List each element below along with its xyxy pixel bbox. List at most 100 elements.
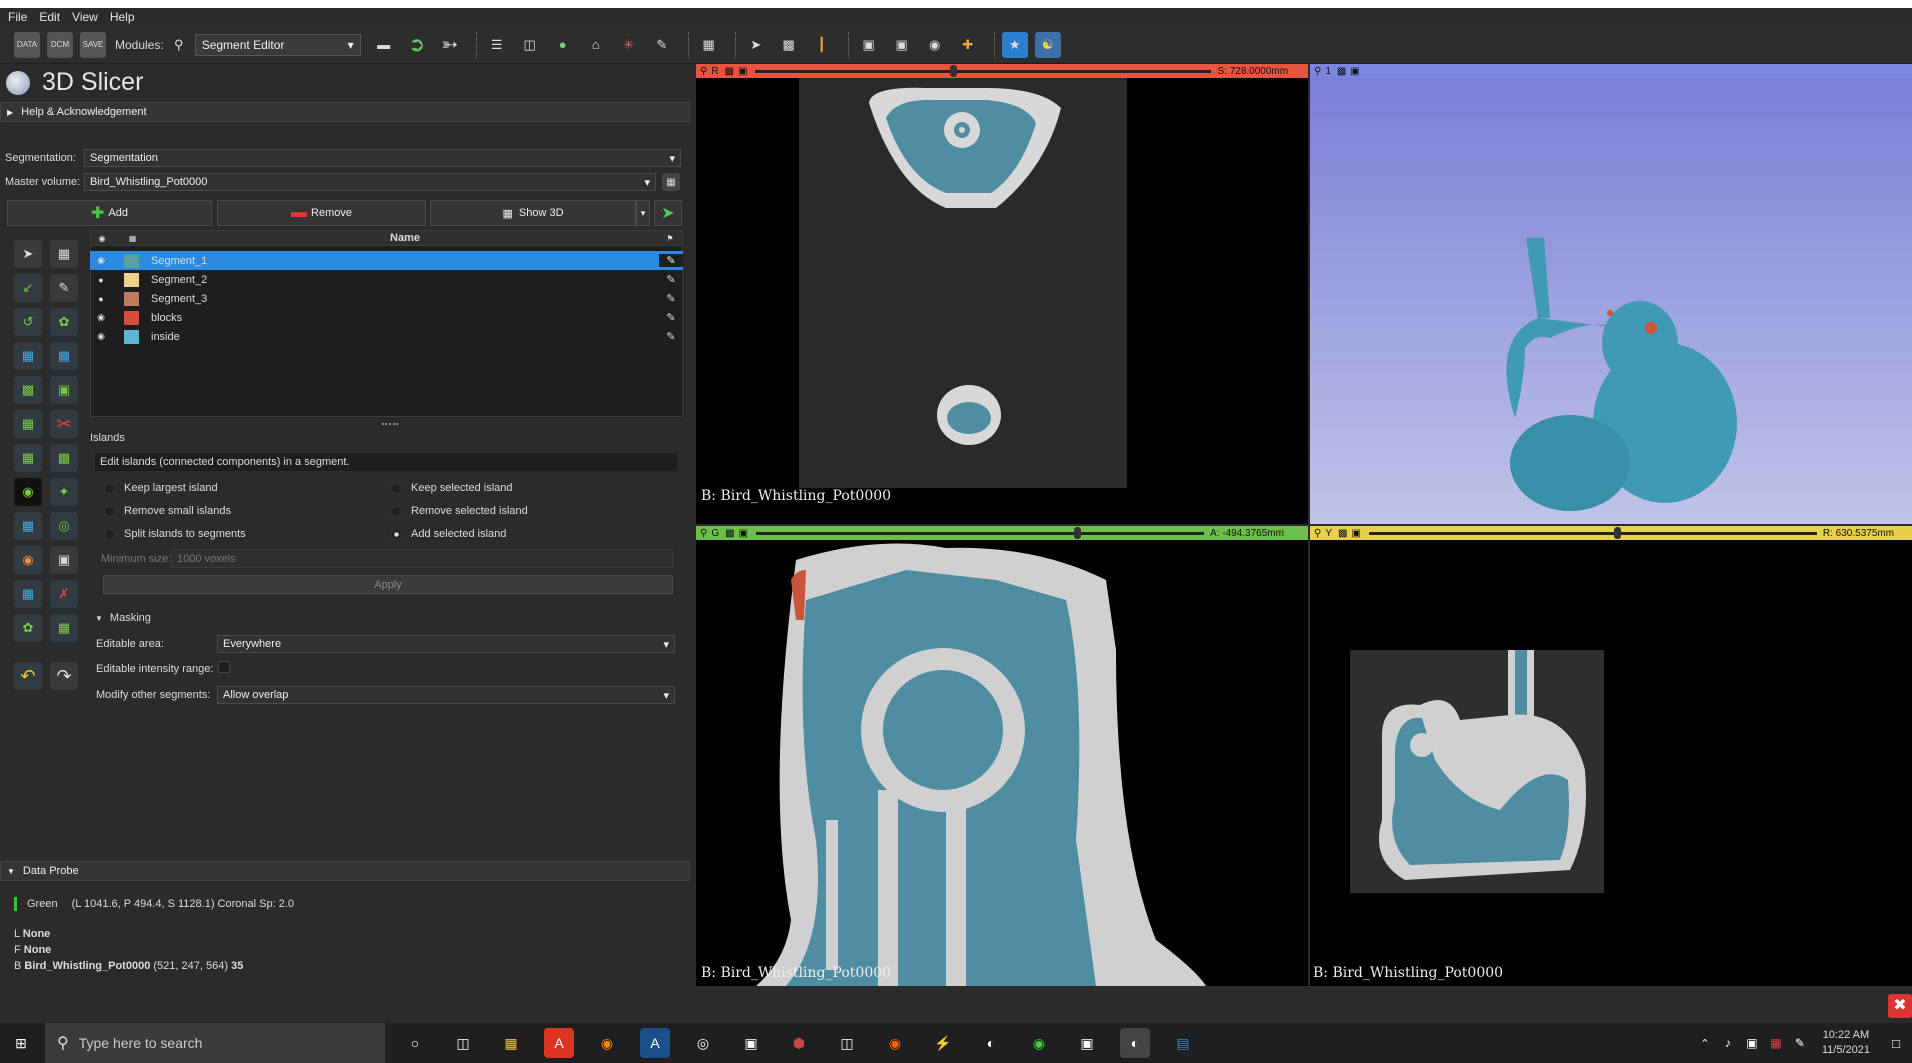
segment-row[interactable]: ◉ inside ✎: [90, 327, 683, 346]
wrap-solidify-icon[interactable]: ✗: [50, 580, 78, 608]
save-icon[interactable]: SAVE: [80, 31, 106, 58]
error-log-icon[interactable]: ✖: [1888, 994, 1912, 1018]
redo-icon[interactable]: ↷: [50, 662, 78, 690]
load-data-icon[interactable]: DATA: [14, 31, 40, 58]
segment-name[interactable]: Segment_3: [151, 293, 659, 305]
extension-manager-icon[interactable]: ★: [1001, 31, 1028, 58]
fiducial-icon[interactable]: ◉: [922, 32, 948, 58]
segment-row[interactable]: ◉ blocks ✎: [90, 308, 683, 327]
split-volume-icon[interactable]: ▦: [14, 512, 42, 540]
slicer-taskbar-icon[interactable]: ◐: [976, 1028, 1006, 1058]
erase-tool-icon[interactable]: ✎: [50, 274, 78, 302]
local-threshold-icon[interactable]: ◉: [14, 546, 42, 574]
pencil-icon[interactable]: ✎: [659, 330, 683, 343]
menu-view[interactable]: View: [72, 10, 98, 24]
draw-tube-icon[interactable]: ▦: [14, 580, 42, 608]
acrobat-icon[interactable]: A: [544, 1028, 574, 1058]
yellow-slice-view[interactable]: B: Bird_Whistling_Pot0000: [1310, 540, 1912, 986]
word-icon[interactable]: ▤: [1168, 1028, 1198, 1058]
level-tracing-icon[interactable]: ↺: [14, 308, 42, 336]
green-view-controller[interactable]: ⚲ G ▩ ▣ A: -494.3765mm: [696, 526, 1308, 540]
pen-icon[interactable]: ✎: [1792, 1028, 1808, 1058]
crosshair-mode-icon[interactable]: ┃: [809, 32, 835, 58]
threshold-tool-icon[interactable]: ▩: [14, 376, 42, 404]
islands-tool-icon[interactable]: ▦: [14, 444, 42, 472]
segment-color-swatch[interactable]: [124, 291, 139, 306]
fill-between-slices-icon[interactable]: ◉: [14, 478, 42, 506]
taskbar-search[interactable]: ⚲ Type here to search: [45, 1023, 385, 1063]
segment-name[interactable]: Segment_1: [151, 255, 659, 267]
slider-handle[interactable]: [1074, 526, 1082, 539]
segmentation-combo[interactable]: Segmentation ▾: [84, 149, 681, 167]
min-size-spinbox[interactable]: 1000 voxels: [171, 549, 673, 568]
editable-area-combo[interactable]: Everywhere ▾: [217, 635, 675, 653]
undo-icon[interactable]: ↶: [14, 662, 42, 690]
data-probe-section[interactable]: ▼ Data Probe: [0, 861, 690, 881]
add-button[interactable]: ✚ Add: [7, 200, 212, 226]
3d-view[interactable]: [1310, 78, 1912, 524]
modify-segments-combo[interactable]: Allow overlap ▾: [217, 686, 675, 704]
maximize-icon[interactable]: ▣: [1350, 66, 1359, 77]
yellow-view-pin-icon[interactable]: ⚲: [1314, 528, 1321, 539]
apply-button[interactable]: Apply: [103, 575, 673, 594]
keep-largest-radio[interactable]: Keep largest island: [104, 482, 218, 494]
app-icon[interactable]: ◫: [832, 1028, 862, 1058]
red-view-controller[interactable]: ⚲ R ▩ ▣ S: 728.0000mm: [696, 64, 1308, 78]
pencil-icon[interactable]: ✎: [659, 311, 683, 324]
load-dicom-icon[interactable]: DCM: [47, 31, 73, 58]
smoothing-tool-icon[interactable]: ▣: [50, 376, 78, 404]
red-slice-slider[interactable]: [755, 64, 1212, 77]
segment-name[interactable]: inside: [151, 331, 659, 343]
network-icon[interactable]: ▣: [1744, 1028, 1760, 1058]
intensity-range-checkbox[interactable]: [218, 661, 230, 673]
app-icon[interactable]: ◎: [688, 1028, 718, 1058]
module-list-icon[interactable]: ▬: [371, 32, 397, 58]
volume-icon[interactable]: ♪: [1720, 1028, 1736, 1058]
segment-name[interactable]: Segment_2: [151, 274, 659, 286]
slicer-taskbar-icon[interactable]: ◐: [1120, 1028, 1150, 1058]
link-icon[interactable]: ▩: [1338, 528, 1347, 539]
segment-color-swatch[interactable]: [124, 272, 139, 287]
show-3d-dropdown[interactable]: ▾: [636, 200, 650, 226]
eye-icon[interactable]: ●: [90, 294, 112, 304]
scene-view-icon[interactable]: ▣: [889, 32, 915, 58]
markups-module-icon[interactable]: ✳: [616, 32, 642, 58]
terminal-icon[interactable]: ▣: [736, 1028, 766, 1058]
split-islands-radio[interactable]: Split islands to segments: [104, 528, 246, 540]
link-icon[interactable]: ▩: [725, 528, 734, 539]
eye-icon[interactable]: ◉: [90, 312, 112, 323]
brain-tool-icon[interactable]: ✿: [14, 614, 42, 642]
link-icon[interactable]: ▩: [725, 66, 734, 77]
window-level-icon[interactable]: ▩: [776, 32, 802, 58]
back-arrow-icon[interactable]: ➲: [404, 32, 430, 58]
engrave-tool-icon[interactable]: ▣: [50, 546, 78, 574]
forward-arrow-icon[interactable]: ➳: [437, 32, 463, 58]
maximize-icon[interactable]: ▣: [1351, 528, 1360, 539]
cortana-icon[interactable]: ○: [400, 1028, 430, 1058]
hollow-tool-icon[interactable]: ▦: [50, 342, 78, 370]
green-view-pin-icon[interactable]: ⚲: [700, 528, 707, 539]
yellow-view-controller[interactable]: ⚲ Y ▩ ▣ R: 630.5375mm: [1310, 526, 1912, 540]
segment-editor-icon[interactable]: ✎: [649, 32, 675, 58]
pencil-icon[interactable]: ✎: [659, 292, 683, 305]
add-selected-radio[interactable]: Add selected island: [391, 528, 506, 540]
menu-file[interactable]: File: [8, 10, 27, 24]
master-volume-combo[interactable]: Bird_Whistling_Pot0000 ▾: [84, 173, 656, 191]
watershed-icon[interactable]: ✦: [50, 478, 78, 506]
eye-icon[interactable]: ●: [90, 275, 112, 285]
remove-small-radio[interactable]: Remove small islands: [104, 505, 231, 517]
tray-app-icon[interactable]: ▦: [1768, 1028, 1784, 1058]
margin-tool-icon[interactable]: ▦: [14, 342, 42, 370]
segment-row[interactable]: ◉ Segment_1 ✎: [90, 251, 683, 270]
remove-button[interactable]: ▬ Remove: [217, 200, 426, 226]
pencil-icon[interactable]: ✎: [659, 254, 683, 267]
red-slice-view[interactable]: B: Bird_Whistling_Pot0000: [696, 78, 1308, 524]
volumes-module-icon[interactable]: ◫: [517, 32, 543, 58]
segment-color-swatch[interactable]: [124, 253, 139, 268]
green-slice-view[interactable]: B: Bird_Whistling_Pot0000: [696, 540, 1308, 986]
keep-selected-radio[interactable]: Keep selected island: [391, 482, 513, 494]
geometry-icon[interactable]: ▦: [662, 173, 680, 191]
3d-view-controller[interactable]: ⚲ 1 ▩ ▣: [1310, 64, 1912, 78]
python-console-icon[interactable]: ☯: [1034, 31, 1061, 58]
segment-row[interactable]: ● Segment_3 ✎: [90, 289, 683, 308]
